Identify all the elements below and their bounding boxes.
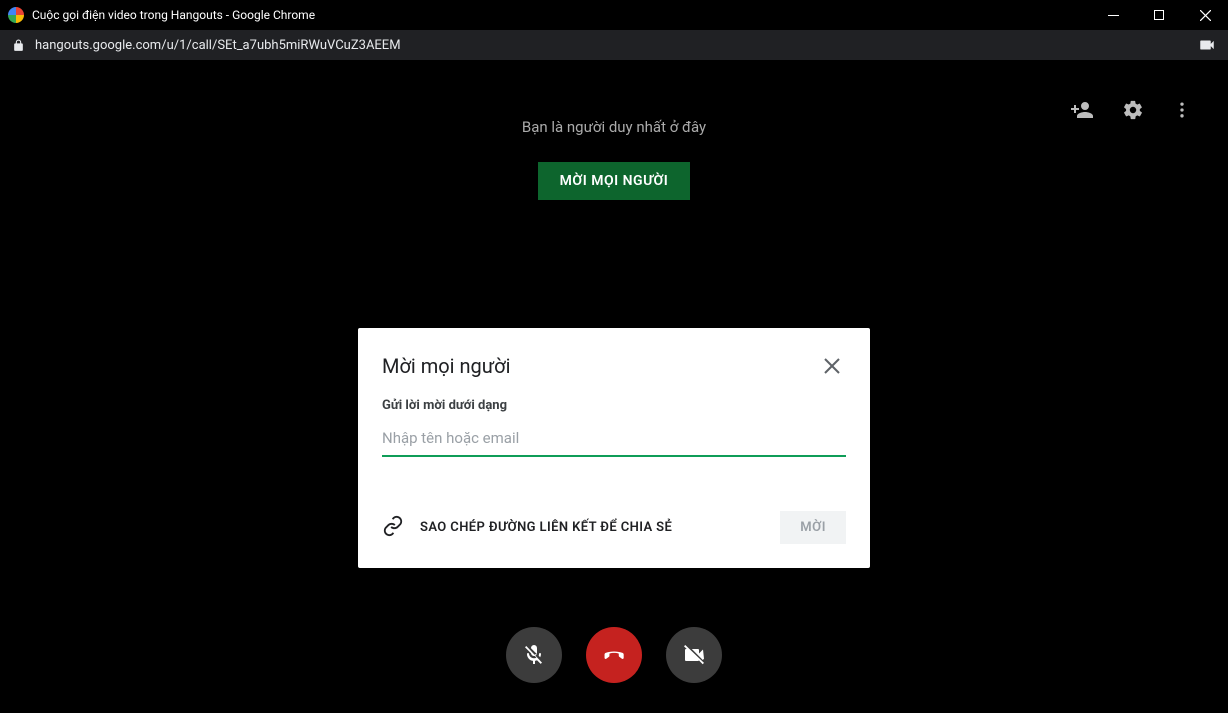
camera-permission-icon[interactable] <box>1198 36 1216 54</box>
window-controls <box>1090 0 1228 30</box>
invite-everyone-button[interactable]: MỜI MỌI NGƯỜI <box>538 162 691 200</box>
close-icon[interactable] <box>818 352 846 380</box>
window-title: Cuộc gọi điện video trong Hangouts - Goo… <box>32 8 1090 22</box>
hangup-button[interactable] <box>586 627 642 683</box>
maximize-button[interactable] <box>1136 0 1182 30</box>
minimize-button[interactable] <box>1090 0 1136 30</box>
modal-subhead: Gửi lời mời dưới dạng <box>382 398 846 413</box>
url-text[interactable]: hangouts.google.com/u/1/call/SEt_a7ubh5m… <box>35 38 1198 53</box>
modal-footer: SAO CHÉP ĐƯỜNG LIÊN KẾT ĐỂ CHIA SẺ MỜI <box>382 511 846 544</box>
banner-text: Bạn là người duy nhất ở đây <box>0 118 1228 136</box>
modal-header: Mời mọi người <box>382 352 846 380</box>
close-window-button[interactable] <box>1182 0 1228 30</box>
empty-call-banner: Bạn là người duy nhất ở đây MỜI MỌI NGƯỜ… <box>0 118 1228 200</box>
more-vert-icon[interactable] <box>1172 100 1192 120</box>
window-titlebar: Cuộc gọi điện video trong Hangouts - Goo… <box>0 0 1228 30</box>
link-icon <box>382 515 404 541</box>
lock-icon <box>12 39 25 52</box>
invite-modal: Mời mọi người Gửi lời mời dưới dạng SAO … <box>358 328 870 568</box>
copy-link-label: SAO CHÉP ĐƯỜNG LIÊN KẾT ĐỂ CHIA SẺ <box>420 520 672 535</box>
chrome-favicon <box>8 7 24 23</box>
camera-off-button[interactable] <box>666 627 722 683</box>
call-controls <box>0 627 1228 683</box>
invite-name-email-input[interactable] <box>382 423 846 457</box>
call-screen: Bạn là người duy nhất ở đây MỜI MỌI NGƯỜ… <box>0 60 1228 713</box>
send-invite-button[interactable]: MỜI <box>780 511 846 544</box>
address-bar: hangouts.google.com/u/1/call/SEt_a7ubh5m… <box>0 30 1228 60</box>
copy-link-button[interactable]: SAO CHÉP ĐƯỜNG LIÊN KẾT ĐỂ CHIA SẺ <box>382 515 672 541</box>
mute-microphone-button[interactable] <box>506 627 562 683</box>
modal-title: Mời mọi người <box>382 354 510 378</box>
